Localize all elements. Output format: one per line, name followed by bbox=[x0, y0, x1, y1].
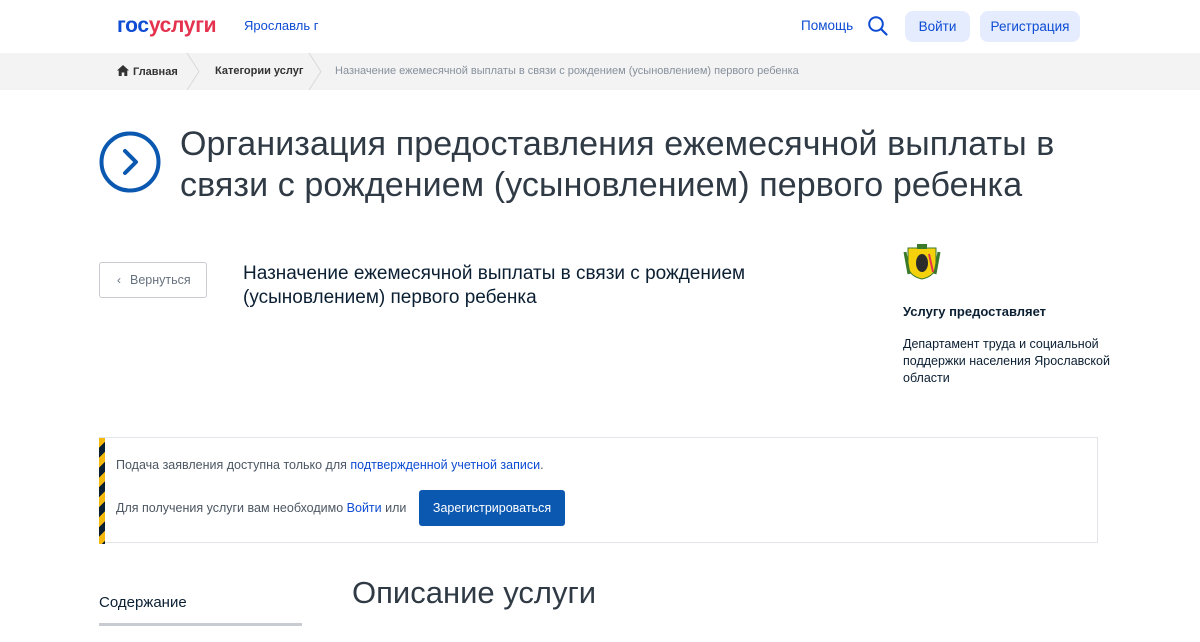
register-button[interactable]: Регистрация bbox=[980, 11, 1080, 42]
logo-part-gos: гос bbox=[117, 14, 149, 37]
toc-title: Содержание bbox=[99, 594, 187, 611]
breadcrumb-home[interactable]: Главная bbox=[117, 65, 178, 78]
provider-label: Услугу предоставляет bbox=[903, 304, 1047, 319]
home-icon bbox=[117, 65, 129, 76]
search-icon[interactable] bbox=[867, 15, 889, 37]
arrow-circle-icon bbox=[99, 131, 161, 193]
gosuslugi-logo[interactable]: госуслуги bbox=[117, 14, 217, 38]
service-name: Назначение ежемесячной выплаты в связи с… bbox=[243, 263, 746, 308]
breadcrumb-separator-icon bbox=[186, 52, 200, 91]
help-link[interactable]: Помощь bbox=[801, 18, 853, 33]
chevron-left-icon: ‹ bbox=[117, 273, 121, 287]
breadcrumb-home-label: Главная bbox=[133, 66, 178, 78]
notice-line1-end: . bbox=[540, 458, 544, 472]
notice-login-text: Для получения услуги вам необходимо Войт… bbox=[116, 501, 406, 515]
notice-login-link[interactable]: Войти bbox=[347, 501, 382, 515]
coat-of-arms-icon bbox=[903, 244, 941, 280]
breadcrumb-current: Назначение ежемесячной выплаты в связи с… bbox=[335, 65, 799, 77]
breadcrumb-categories[interactable]: Категории услуг bbox=[215, 65, 303, 77]
warning-stripe bbox=[99, 438, 105, 544]
notice-verified-account-text: Подача заявления доступна только для под… bbox=[116, 458, 544, 472]
login-button[interactable]: Войти bbox=[905, 11, 970, 42]
provider-name: Департамент труда и социальной поддержки… bbox=[903, 337, 1110, 385]
notice-line1-text: Подача заявления доступна только для bbox=[116, 458, 351, 472]
page-title: Организация предоставления ежемесячной в… bbox=[180, 125, 1055, 204]
region-selector[interactable]: Ярославль г bbox=[244, 18, 318, 33]
toc-divider bbox=[99, 623, 302, 626]
back-button[interactable]: ‹ Вернуться bbox=[99, 262, 207, 298]
site-header: госуслуги Ярославль г Помощь Войти Регис… bbox=[0, 0, 1200, 53]
notice-line2-end: или bbox=[381, 501, 407, 515]
section-title: Описание услуги bbox=[352, 575, 597, 610]
notice-box: Подача заявления доступна только для под… bbox=[99, 437, 1098, 544]
verified-account-link[interactable]: подтвержденной учетной записи bbox=[350, 458, 540, 472]
logo-part-uslugi: услуги bbox=[148, 14, 217, 37]
breadcrumb: Главная Категории услуг Назначение ежеме… bbox=[0, 52, 1200, 91]
register-primary-button[interactable]: Зарегистрироваться bbox=[419, 490, 565, 526]
breadcrumb-separator-icon bbox=[308, 52, 322, 91]
notice-line2-text: Для получения услуги вам необходимо bbox=[116, 501, 347, 515]
back-button-label: Вернуться bbox=[130, 273, 191, 287]
